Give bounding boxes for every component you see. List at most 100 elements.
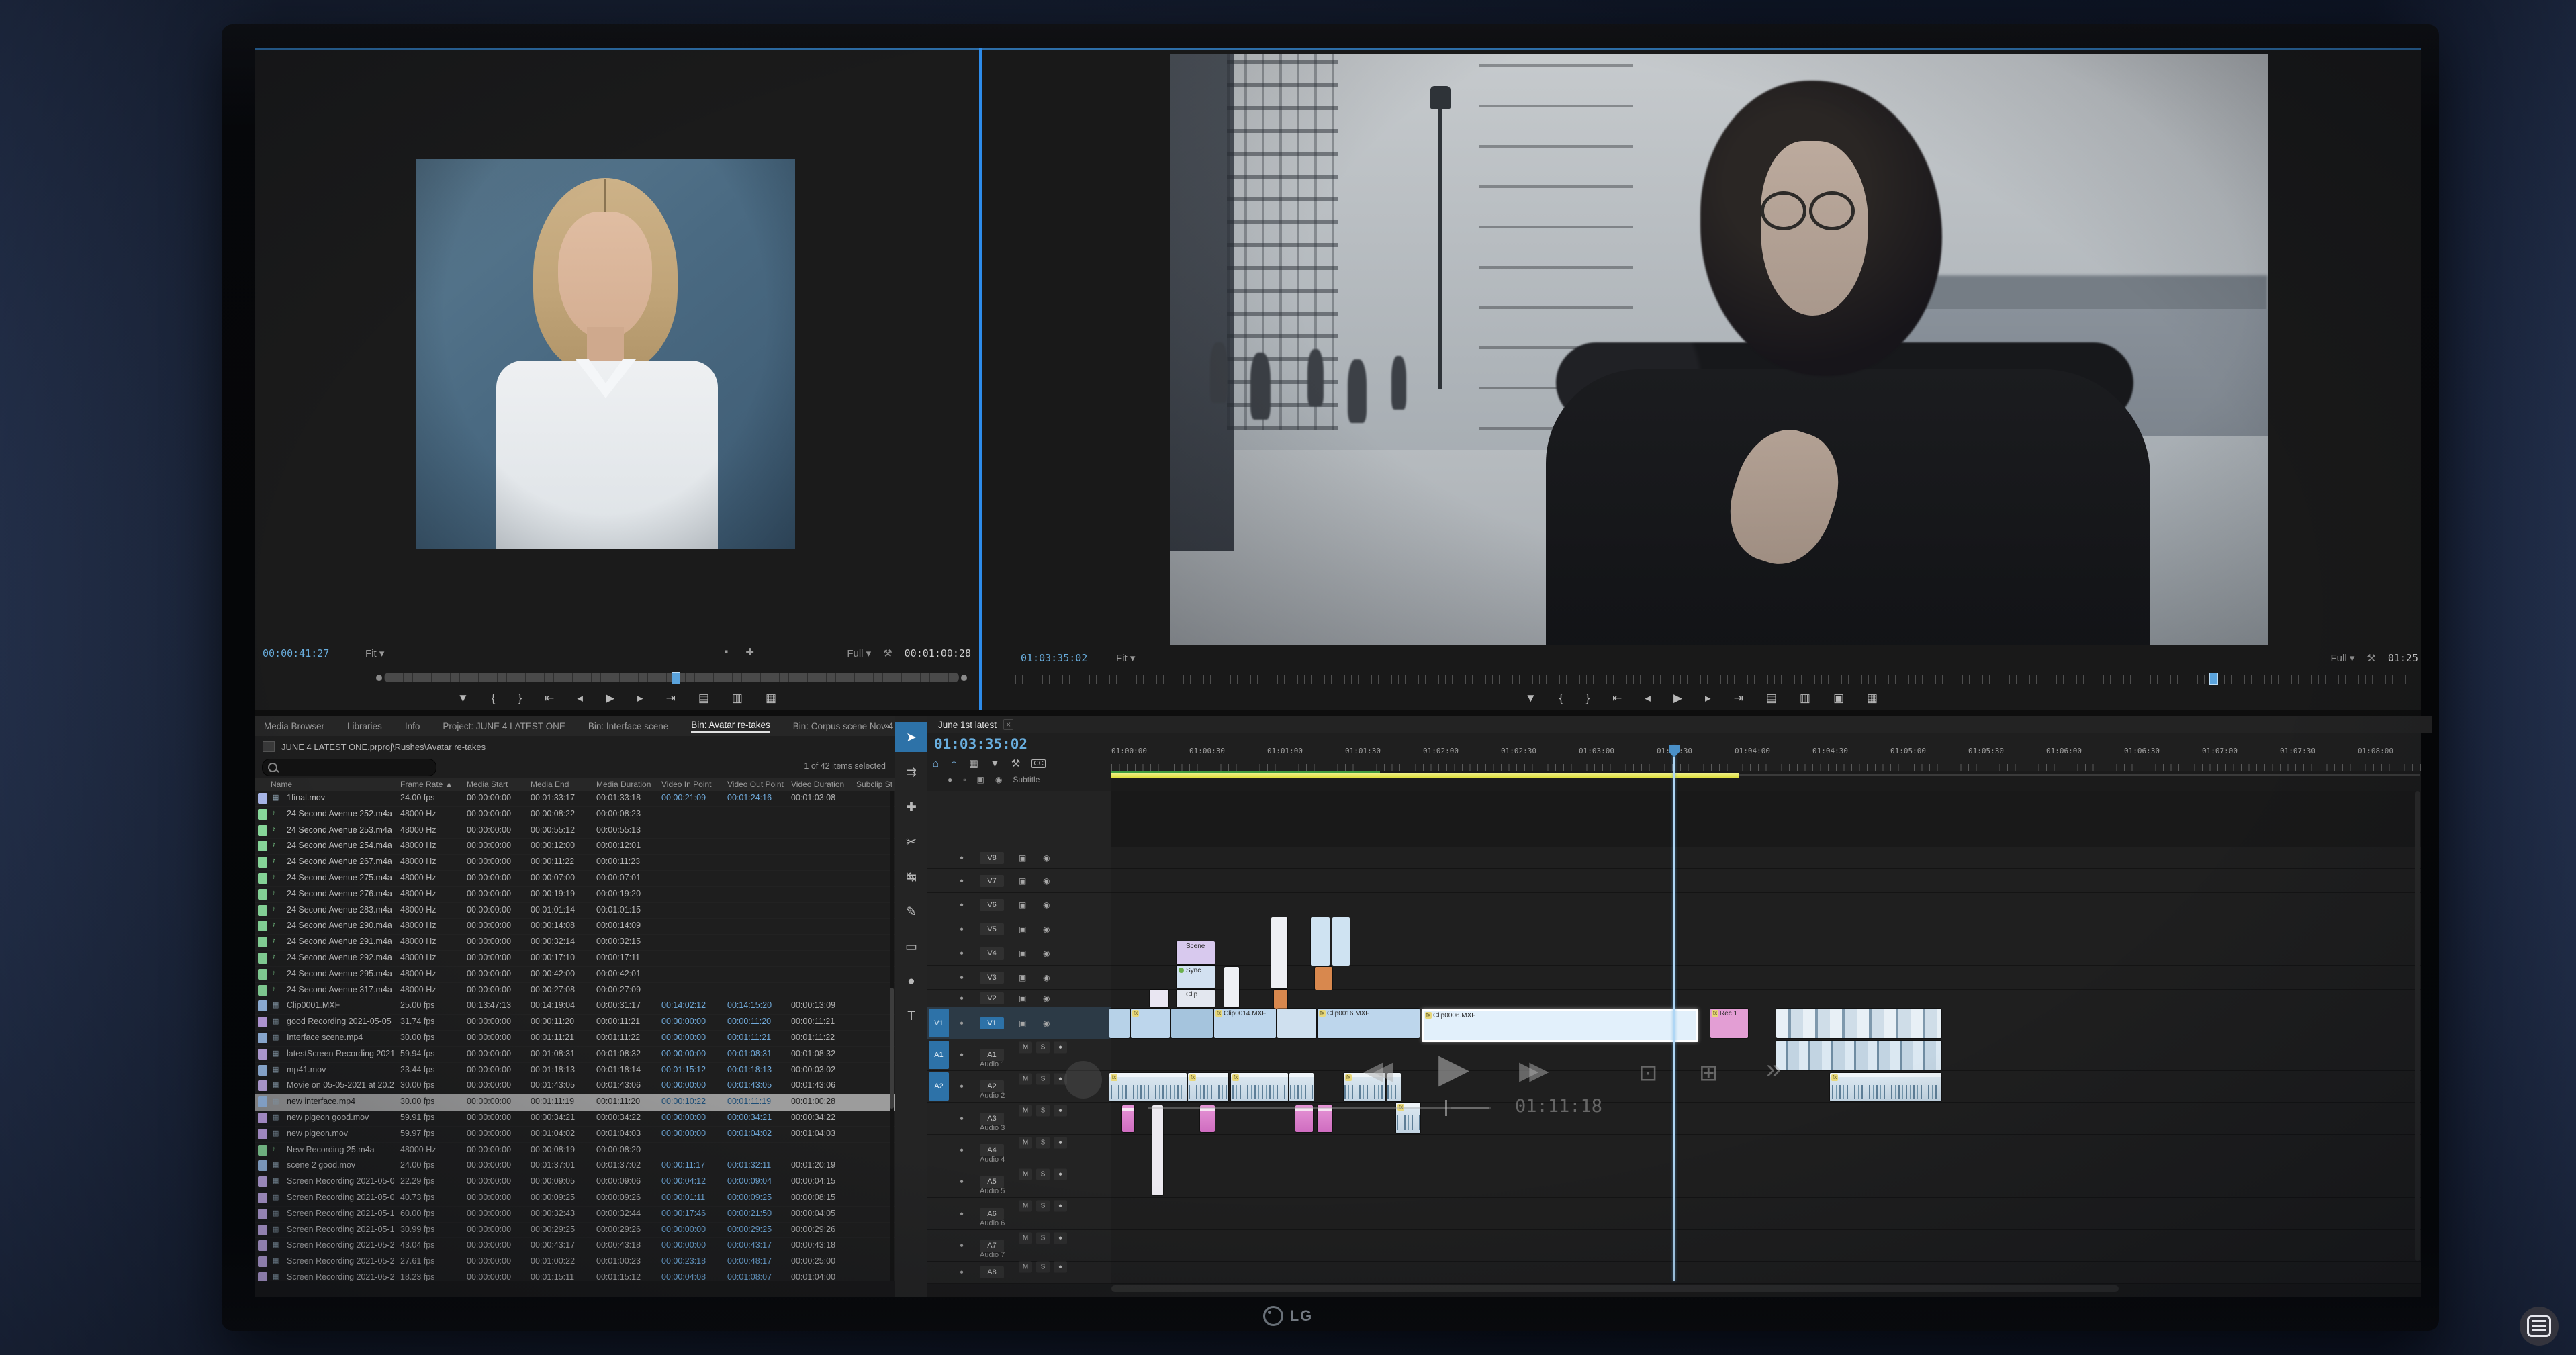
track-id-V2[interactable]: V2	[980, 992, 1004, 1004]
comparison-view-icon[interactable]: ▦	[1867, 692, 1878, 705]
lock-icon[interactable]: ●	[960, 1019, 964, 1027]
lock-icon[interactable]: ●	[948, 775, 952, 784]
lock-icon[interactable]: ●	[960, 949, 964, 957]
table-row-18[interactable]: ▦Movie on 05-05-2021 at 20.230.00 fps00:…	[255, 1078, 895, 1094]
sync-lock-icon[interactable]: ▣	[1019, 1019, 1026, 1028]
lock-icon[interactable]: ●	[960, 877, 964, 884]
table-row-8[interactable]: ♪24 Second Avenue 290.m4a48000 Hz00:00:0…	[255, 919, 895, 935]
track-id-V4[interactable]: V4	[980, 947, 1004, 960]
record-arm-icon[interactable]: ●	[1054, 1137, 1067, 1148]
column-header-6[interactable]: Video Out Point	[727, 780, 784, 789]
track-select-forward-tool[interactable]: ⇉	[895, 757, 927, 787]
add-marker-small-icon[interactable]: ✚	[745, 646, 754, 658]
mark-in-icon[interactable]: {	[492, 692, 496, 705]
sync-lock-icon[interactable]: ▣	[1019, 973, 1026, 982]
source-fit-dropdown[interactable]: Fit ▾	[365, 647, 384, 659]
export-frame-icon[interactable]: ▦	[766, 692, 776, 705]
table-row-26[interactable]: ▦Screen Recording 2021-05-160.00 fps00:0…	[255, 1207, 895, 1223]
mute-button[interactable]: M	[1019, 1137, 1032, 1148]
record-arm-icon[interactable]: ●	[1054, 1232, 1067, 1244]
overlay-play-icon[interactable]: ▶	[1438, 1045, 1469, 1092]
column-header-1[interactable]: Frame Rate ▲	[400, 780, 453, 789]
track-header-A4[interactable]: ●A4MS●Audio 4	[927, 1135, 1111, 1166]
track-id-A2[interactable]: A2	[980, 1080, 1004, 1092]
column-header-3[interactable]: Media End	[531, 780, 569, 789]
track-output-icon[interactable]: ◉	[1043, 853, 1050, 863]
solo-button[interactable]: S	[1036, 1105, 1050, 1117]
source-patch-A1[interactable]: A1	[929, 1041, 949, 1069]
overlay-rewind-icon[interactable]: ◀◀	[1363, 1056, 1383, 1086]
timeline-horizontal-scrollbar[interactable]	[1111, 1285, 2119, 1292]
project-tab-1[interactable]: Libraries	[347, 721, 382, 731]
mute-button[interactable]: M	[1019, 1201, 1032, 1212]
solo-button[interactable]: S	[1036, 1168, 1050, 1180]
track-id-V6[interactable]: V6	[980, 899, 1004, 911]
track-header-V7[interactable]: ●V7▣◉	[927, 869, 1111, 893]
lock-icon[interactable]: ●	[960, 994, 964, 1002]
mark-out-icon[interactable]: }	[518, 692, 522, 705]
table-row-7[interactable]: ♪24 Second Avenue 283.m4a48000 Hz00:00:0…	[255, 903, 895, 919]
project-tab-5[interactable]: Bin: Avatar re-takes	[691, 720, 770, 733]
program-playhead-handle[interactable]	[2209, 673, 2218, 685]
extract-icon[interactable]: ▥	[1800, 692, 1810, 705]
nest-sequence-icon[interactable]: ⌂	[933, 758, 939, 769]
record-arm-icon[interactable]: ●	[1054, 1262, 1067, 1273]
table-row-21[interactable]: ▦new pigeon.mov59.97 fps00:00:00:0000:01…	[255, 1127, 895, 1143]
track-header-V3[interactable]: ●V3▣◉	[927, 966, 1111, 990]
track-header-V4[interactable]: ●V4▣◉	[927, 941, 1111, 966]
track-output-icon[interactable]: ◉	[1043, 925, 1050, 934]
track-header-V2[interactable]: ●V2▣◉	[927, 990, 1111, 1007]
track-header-A6[interactable]: ●A6MS●Audio 6	[927, 1198, 1111, 1230]
snap-icon[interactable]: ∩	[950, 758, 958, 769]
program-fit-dropdown[interactable]: Fit ▾	[1116, 652, 1135, 664]
overlay-volume-icon[interactable]	[1064, 1061, 1102, 1099]
pen-tool[interactable]: ✎	[895, 897, 927, 927]
table-row-13[interactable]: ▦Clip0001.MXF25.00 fps00:13:47:1300:14:1…	[255, 998, 895, 1015]
track-output-icon[interactable]: ◉	[1043, 900, 1050, 910]
mark-in-icon[interactable]: {	[1559, 692, 1563, 705]
output-settings-icon[interactable]: ▪	[725, 646, 728, 658]
close-icon[interactable]: ×	[1003, 719, 1013, 730]
track-header-V8[interactable]: ●V8▣◉	[927, 847, 1111, 869]
table-row-25[interactable]: ▦Screen Recording 2021-05-040.73 fps00:0…	[255, 1190, 895, 1207]
ripple-edit-tool[interactable]: ✚	[895, 792, 927, 822]
lock-icon[interactable]: ●	[960, 1147, 964, 1154]
project-tab-3[interactable]: Project: JUNE 4 LATEST ONE	[443, 721, 565, 731]
table-row-23[interactable]: ▦scene 2 good.mov24.00 fps00:00:00:0000:…	[255, 1158, 895, 1174]
mute-button[interactable]: M	[1019, 1073, 1032, 1084]
track-output-icon[interactable]: ◉	[1043, 973, 1050, 982]
table-row-15[interactable]: ▦Interface scene.mp430.00 fps00:00:00:00…	[255, 1031, 895, 1047]
record-arm-icon[interactable]: ●	[1054, 1105, 1067, 1117]
lock-icon[interactable]: ●	[960, 1242, 964, 1250]
caption-track-icon[interactable]: ▫	[963, 775, 966, 784]
table-row-10[interactable]: ♪24 Second Avenue 292.m4a48000 Hz00:00:0…	[255, 951, 895, 967]
play-icon[interactable]: ▶	[606, 692, 614, 705]
table-row-27[interactable]: ▦Screen Recording 2021-05-130.99 fps00:0…	[255, 1223, 895, 1239]
lock-icon[interactable]: ●	[960, 1269, 964, 1276]
program-timecode[interactable]: 01:03:35:02	[1021, 652, 1087, 664]
source-playhead-handle[interactable]	[672, 672, 680, 684]
sync-lock-icon[interactable]: ▣	[1019, 853, 1026, 863]
table-row-4[interactable]: ♪24 Second Avenue 267.m4a48000 Hz00:00:0…	[255, 855, 895, 871]
table-row-1[interactable]: ♪24 Second Avenue 252.m4a48000 Hz00:00:0…	[255, 807, 895, 823]
track-id-V1[interactable]: V1	[980, 1017, 1004, 1029]
project-scrollbar[interactable]	[890, 791, 894, 1282]
project-tab-4[interactable]: Bin: Interface scene	[588, 721, 668, 731]
track-header-V6[interactable]: ●V6▣◉	[927, 893, 1111, 917]
source-scrubber[interactable]	[376, 669, 967, 687]
column-header-5[interactable]: Video In Point	[661, 780, 712, 789]
track-id-A7[interactable]: A7	[980, 1240, 1004, 1252]
table-row-2[interactable]: ♪24 Second Avenue 253.m4a48000 Hz00:00:0…	[255, 823, 895, 839]
table-row-9[interactable]: ♪24 Second Avenue 291.m4a48000 Hz00:00:0…	[255, 935, 895, 951]
type-tool[interactable]: T	[895, 1002, 927, 1031]
overlay-pip-icon[interactable]: ⊞	[1699, 1060, 1718, 1086]
table-row-19[interactable]: ▦new interface.mp430.00 fps00:00:00:0000…	[255, 1094, 895, 1111]
solo-button[interactable]: S	[1036, 1041, 1050, 1053]
track-header-V5[interactable]: ●V5▣◉	[927, 917, 1111, 941]
column-header-4[interactable]: Media Duration	[596, 780, 651, 789]
wrench-icon[interactable]: ⚒	[2366, 652, 2375, 664]
program-resolution-dropdown[interactable]: Full ▾	[2331, 652, 2355, 664]
project-tab-0[interactable]: Media Browser	[264, 721, 324, 731]
source-scrubber-end-handle[interactable]	[961, 675, 967, 681]
overlay-progress-line[interactable]	[1148, 1107, 1489, 1109]
